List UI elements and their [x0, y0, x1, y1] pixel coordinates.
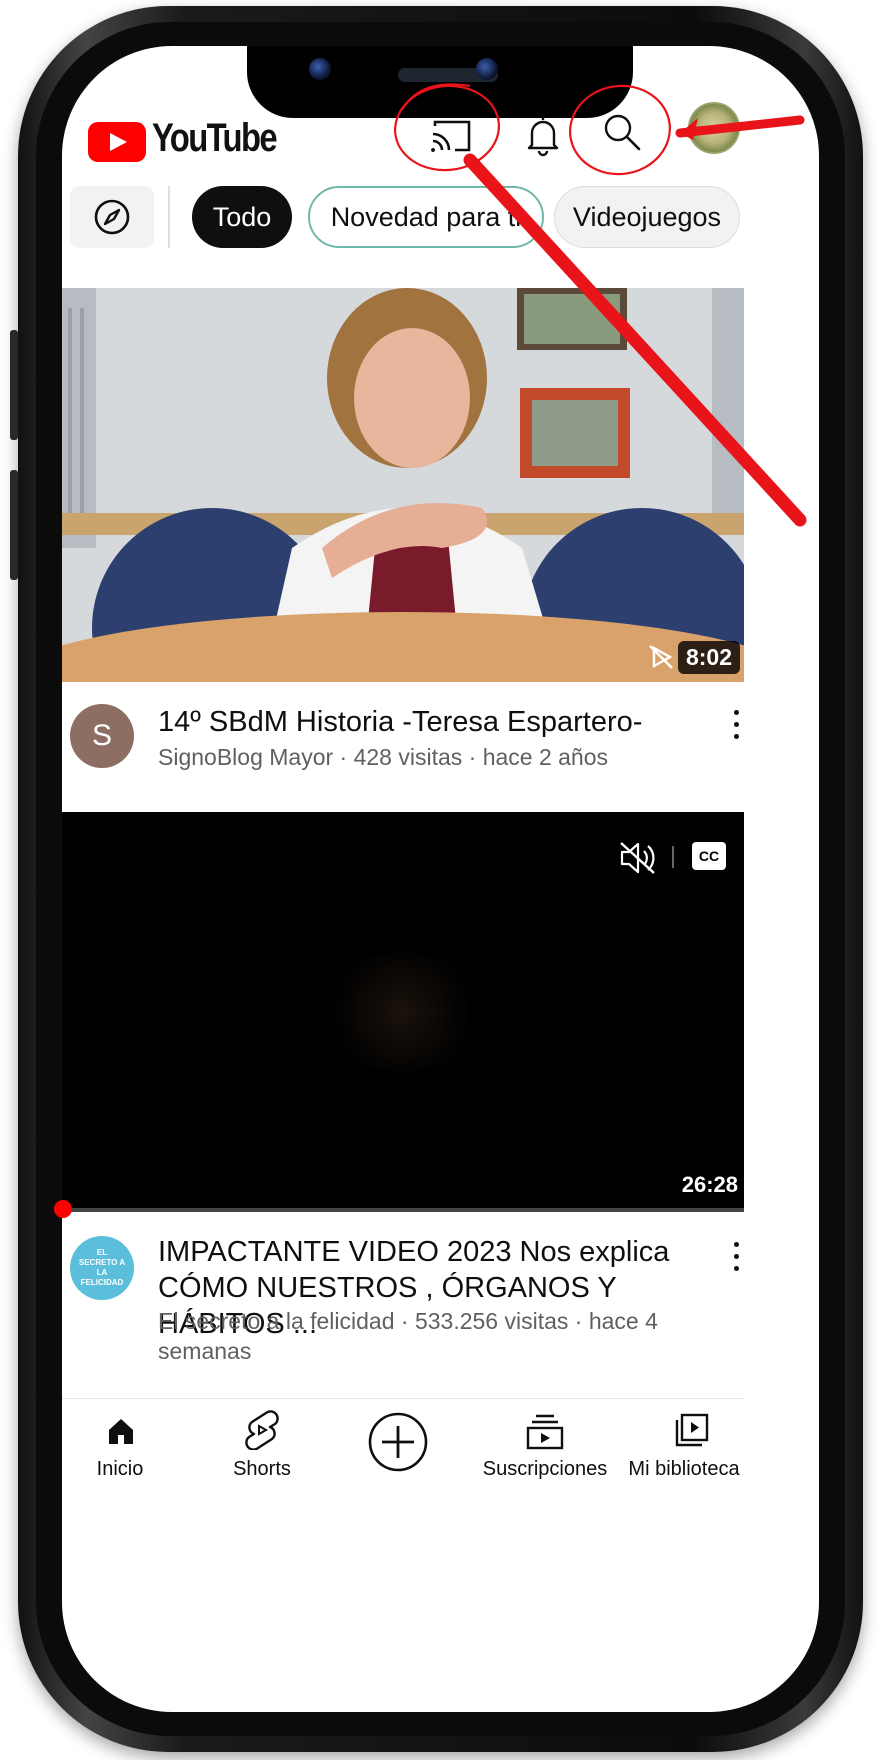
red-annotation-overlay [393, 83, 807, 527]
annotation-circle-search [569, 84, 671, 176]
annotation-circle-cast [393, 84, 501, 172]
annotation-line-cast [463, 153, 807, 527]
annotation-arrow-profile [675, 115, 805, 138]
